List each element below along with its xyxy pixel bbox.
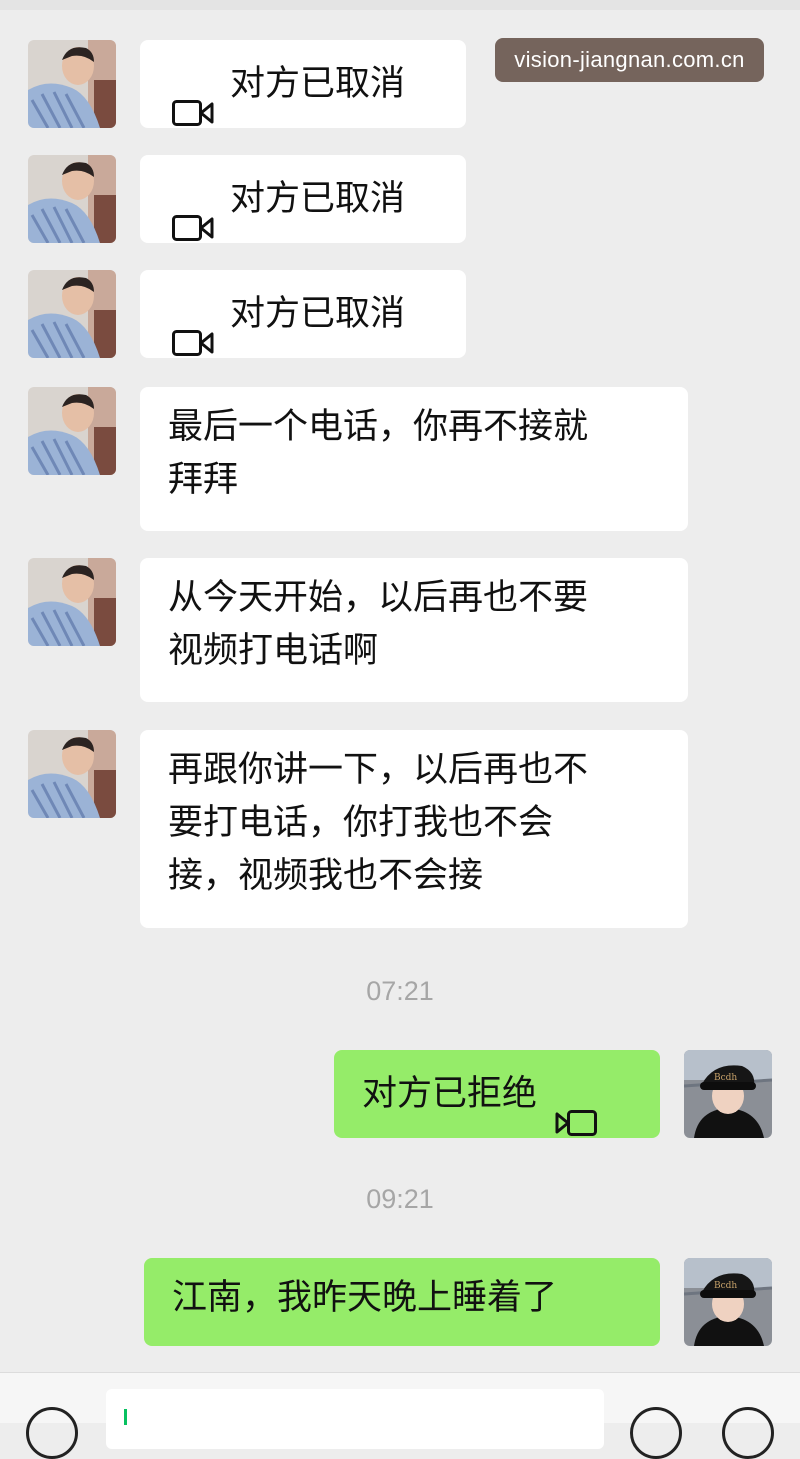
message-bubble[interactable]: 最后一个电话，你再不接就 拜拜 [140,387,688,531]
timestamp: 07:21 [366,976,434,1006]
status-bar-edge [0,0,800,10]
message-text: 对方已取消 [230,179,406,219]
message-bubble[interactable]: 从今天开始，以后再也不要 视频打电话啊 [140,558,688,702]
message-text: 对方已取消 [230,64,406,104]
message-text: 江南，我昨天晚上睡着了 [172,1278,558,1318]
emoji-icon[interactable] [630,1407,682,1459]
my-avatar[interactable] [684,1050,772,1138]
message-bubble[interactable]: 再跟你讲一下，以后再也不 要打电话，你打我也不会 接，视频我也不会接 [140,730,688,928]
message-text: 对方已取消 [230,294,406,334]
message-input[interactable] [106,1389,604,1449]
text-cursor [124,1409,127,1425]
message-text: 最后一个电话，你再不接就 拜拜 [168,407,589,500]
video-call-icon [172,301,214,356]
contact-avatar[interactable] [28,40,116,128]
timestamp: 09:21 [366,1184,434,1214]
watermark: vision-jiangnan.com.cn [495,38,764,82]
video-call-icon [172,71,214,126]
call-record-bubble[interactable]: 对方已取消 [140,270,466,358]
video-call-icon [555,1081,598,1136]
message-bubble[interactable]: 江南，我昨天晚上睡着了 [144,1258,660,1346]
my-avatar[interactable] [684,1258,772,1346]
message-text: 对方已拒绝 [362,1074,538,1114]
call-record-bubble[interactable]: 对方已取消 [140,40,466,128]
contact-avatar[interactable] [28,270,116,358]
voice-icon[interactable] [26,1407,78,1459]
contact-avatar[interactable] [28,730,116,818]
message-text: 从今天开始，以后再也不要 视频打电话啊 [168,578,589,671]
input-bar [0,1372,800,1459]
contact-avatar[interactable] [28,558,116,646]
call-record-bubble[interactable]: 对方已拒绝 [334,1050,660,1138]
call-record-bubble[interactable]: 对方已取消 [140,155,466,243]
video-call-icon [172,186,214,241]
message-text: 再跟你讲一下，以后再也不 要打电话，你打我也不会 接，视频我也不会接 [168,750,589,896]
contact-avatar[interactable] [28,387,116,475]
contact-avatar[interactable] [28,155,116,243]
plus-icon[interactable] [722,1407,774,1459]
